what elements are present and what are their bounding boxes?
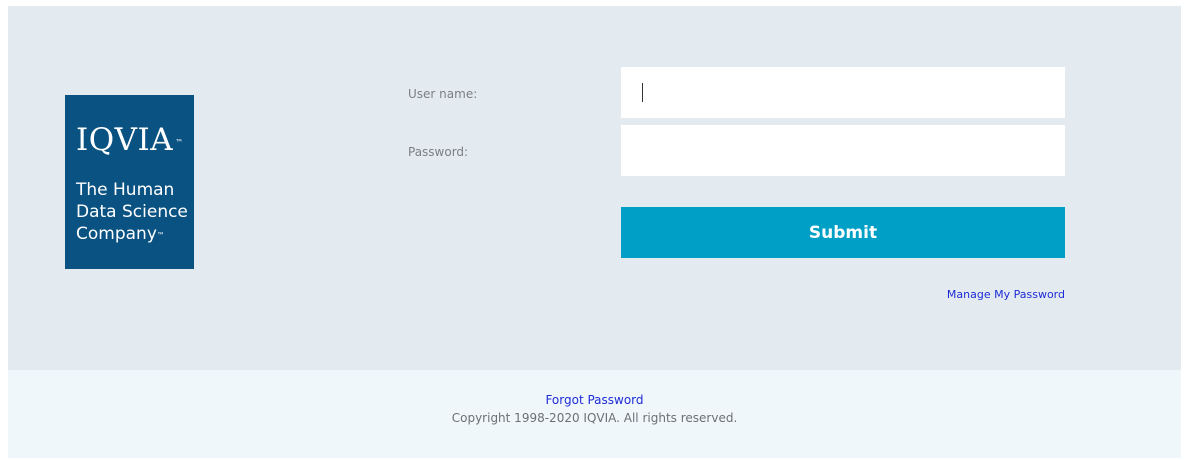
login-panel: IQVIA ™ The Human Data Science Company™ U… (8, 6, 1181, 370)
username-input[interactable] (621, 67, 1065, 118)
logo-wordmark: IQVIA (76, 122, 174, 158)
submit-button[interactable]: Submit (621, 207, 1065, 258)
manage-my-password-link[interactable]: Manage My Password (947, 288, 1065, 301)
forgot-password-row: Forgot Password (8, 393, 1181, 407)
forgot-password-link[interactable]: Forgot Password (545, 393, 643, 407)
username-label: User name: (408, 87, 478, 101)
password-input[interactable] (621, 125, 1065, 176)
logo-tagline: The Human Data Science Company™ (76, 179, 194, 245)
copyright-text: Copyright 1998-2020 IQVIA. All rights re… (451, 411, 738, 425)
logo-tagline-trademark: ™ (156, 231, 165, 240)
text-caret (642, 83, 643, 102)
logo-wordmark-wrap: IQVIA ™ (76, 125, 184, 156)
logo-tagline-line-2: Data Science (76, 202, 188, 222)
footer: Forgot Password Copyright 1998-2020 IQVI… (8, 370, 1181, 458)
password-label: Password: (408, 145, 469, 159)
logo-tagline-line-1: The Human (76, 180, 175, 200)
iqvia-logo: IQVIA ™ The Human Data Science Company™ (65, 95, 194, 269)
logo-tagline-line-3: Company (76, 224, 157, 244)
logo-tagline-line-3-wrap: Company™ (76, 223, 194, 245)
logo-trademark: ™ (175, 138, 184, 147)
login-page: IQVIA ™ The Human Data Science Company™ U… (8, 6, 1181, 458)
